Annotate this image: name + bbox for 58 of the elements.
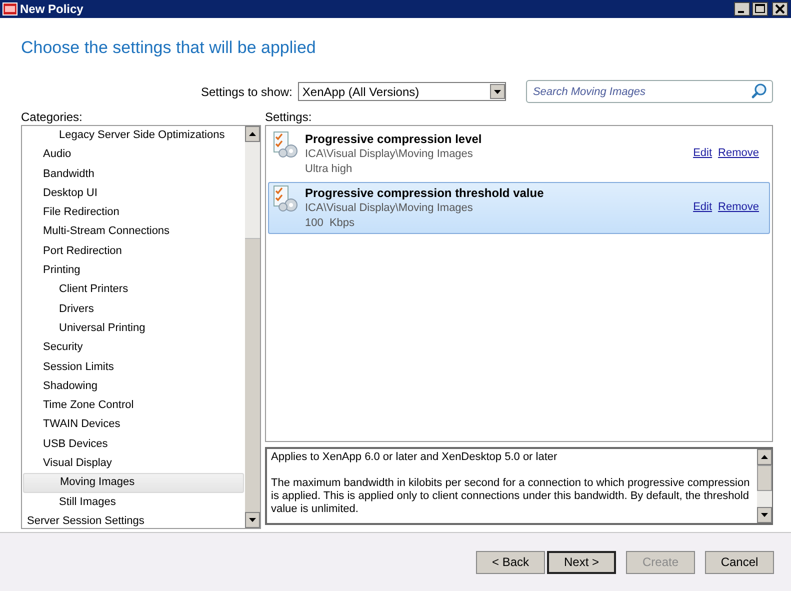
- category-item[interactable]: Multi-Stream Connections: [23, 222, 244, 242]
- maximize-icon[interactable]: [752, 2, 768, 16]
- category-item[interactable]: Printing: [23, 261, 244, 280]
- window-title: New Policy: [20, 2, 84, 16]
- category-item[interactable]: Still Images: [23, 492, 244, 512]
- edit-link[interactable]: Edit: [693, 201, 712, 213]
- category-item[interactable]: Visual Display: [23, 454, 244, 474]
- category-item[interactable]: File Redirection: [23, 203, 244, 222]
- edit-link[interactable]: Edit: [693, 147, 712, 159]
- setting-title: Progressive compression threshold value: [305, 185, 545, 201]
- setting-item[interactable]: Progressive compression threshold value ICA\Visual Display\Moving Images 100 Kbps Edit Remove: [268, 182, 770, 234]
- category-item[interactable]: Moving Images: [23, 473, 244, 493]
- minimize-icon[interactable]: [734, 2, 750, 16]
- scrollbar-thumb[interactable]: [757, 465, 772, 491]
- wizard-button[interactable]: < Back: [476, 550, 545, 574]
- category-item[interactable]: Drivers: [23, 300, 244, 319]
- close-icon[interactable]: [772, 2, 788, 16]
- category-item[interactable]: Time Zone Control: [23, 396, 244, 416]
- category-item[interactable]: Universal Printing: [23, 318, 244, 338]
- category-item[interactable]: Desktop UI: [23, 184, 244, 204]
- setting-item[interactable]: Progressive compression level ICA\Visual Display\Moving Images Ultra high Edit Remove: [268, 128, 770, 180]
- scroll-down-icon[interactable]: [245, 512, 260, 528]
- category-item[interactable]: Bandwidth: [23, 164, 244, 184]
- settings-checklist-icon: [273, 185, 299, 213]
- category-item[interactable]: Security: [23, 338, 244, 358]
- setting-path: ICA\Visual Display\Moving Images: [305, 147, 474, 162]
- category-item[interactable]: Server Session Settings: [23, 512, 244, 532]
- page-heading: Choose the settings that will be applied: [21, 38, 317, 58]
- setting-value: 100 Kbps: [305, 216, 356, 231]
- setting-value: Ultra high: [305, 162, 354, 177]
- categories-label: Categories:: [21, 110, 84, 125]
- category-item[interactable]: TWAIN Devices: [23, 415, 244, 435]
- wizard-button[interactable]: Cancel: [705, 550, 774, 574]
- filter-label: Settings to show:: [201, 84, 292, 98]
- scroll-up-icon[interactable]: [757, 449, 772, 465]
- remove-link[interactable]: Remove: [718, 201, 759, 213]
- settings-label: Settings:: [265, 110, 313, 125]
- category-item[interactable]: Client Printers: [23, 280, 244, 300]
- search-field[interactable]: Search Moving Images: [526, 80, 773, 103]
- category-item[interactable]: Legacy Server Side Optimizations: [23, 126, 244, 146]
- category-item[interactable]: Audio: [23, 145, 244, 165]
- remove-link[interactable]: Remove: [718, 147, 759, 159]
- setting-path: ICA\Visual Display\Moving Images: [305, 201, 474, 216]
- scroll-down-icon[interactable]: [757, 507, 772, 523]
- app-icon: [2, 2, 18, 16]
- category-item[interactable]: Port Redirection: [23, 242, 244, 262]
- applies-text: Applies to XenApp 6.0 or later and XenDesktop 5.0 or later: [271, 451, 558, 464]
- settings-dropdown[interactable]: XenApp (All Versions): [298, 82, 506, 101]
- description-text: The maximum bandwidth in kilobits per second for a connection to which progressive compression is applied. This is applied only to client connections under this bandwidth. By default, the threshold value is unlimited.: [271, 477, 751, 516]
- wizard-button[interactable]: Next >: [547, 550, 616, 574]
- search-icon[interactable]: [751, 83, 767, 99]
- setting-title: Progressive compression level: [305, 131, 483, 147]
- settings-checklist-icon: [273, 131, 299, 159]
- scroll-up-icon[interactable]: [245, 126, 260, 142]
- scrollbar-thumb[interactable]: [245, 142, 260, 239]
- category-item[interactable]: Shadowing: [23, 376, 244, 396]
- category-item[interactable]: Session Limits: [23, 358, 244, 377]
- category-item[interactable]: USB Devices: [23, 434, 244, 454]
